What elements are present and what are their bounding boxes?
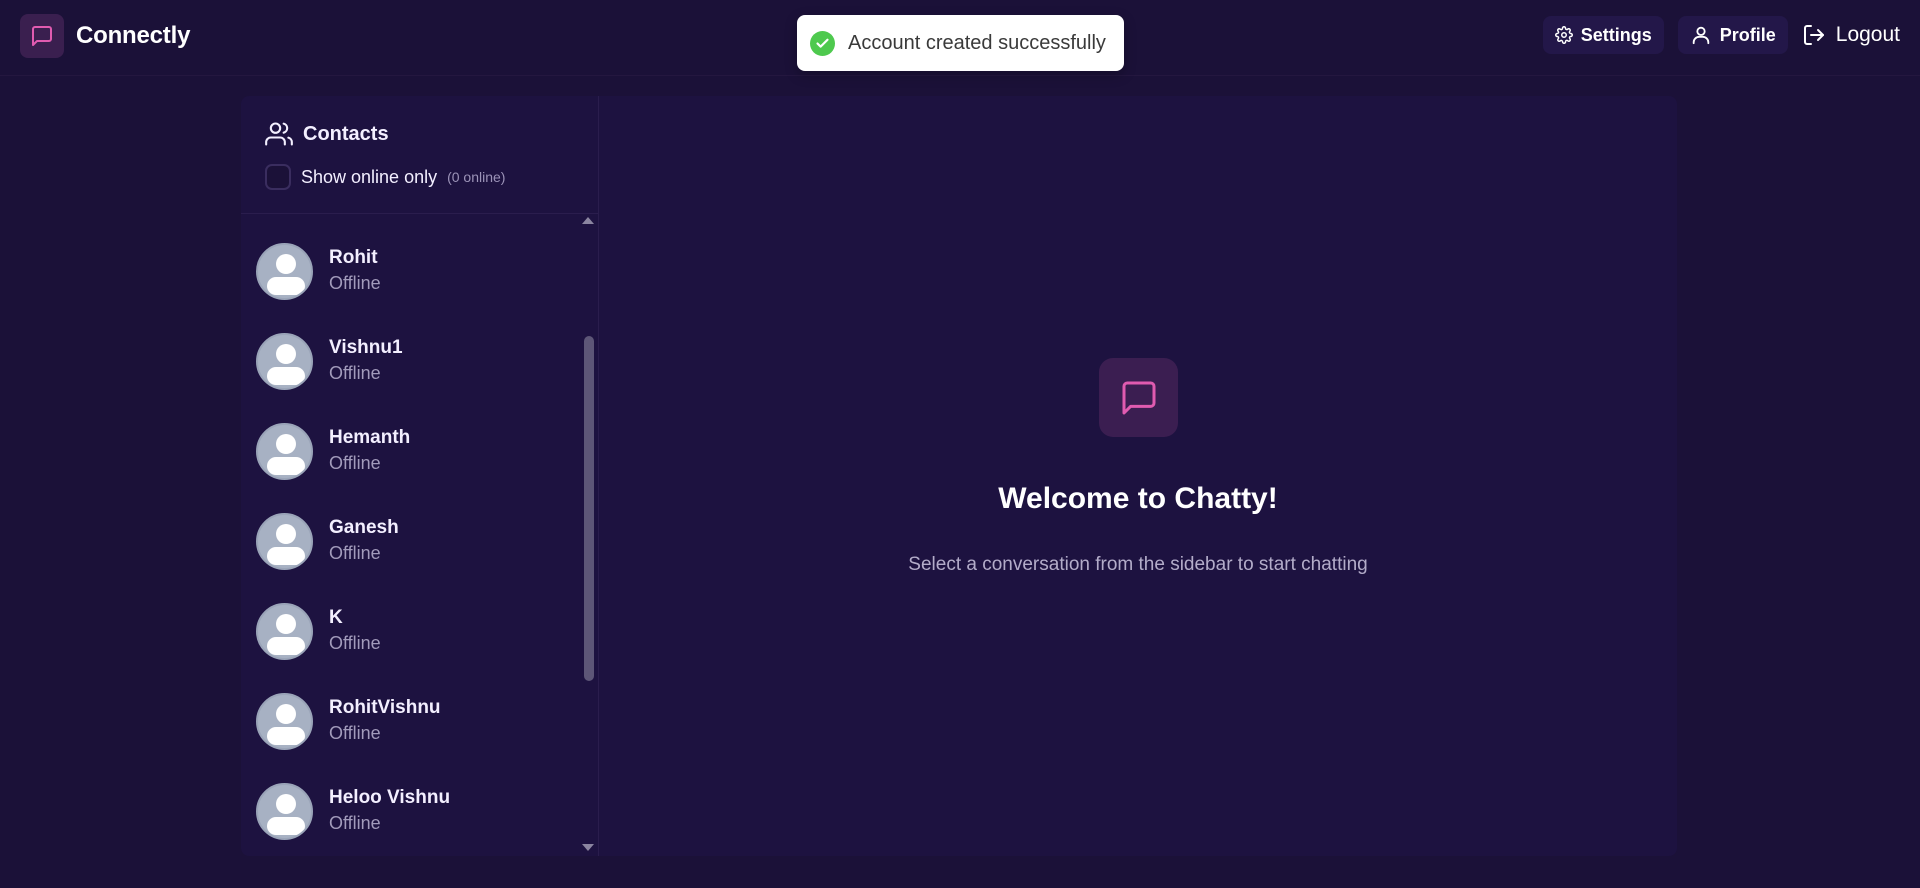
contact-name: K	[329, 607, 343, 628]
gear-icon	[1554, 26, 1573, 44]
contact-status: Offline	[329, 453, 381, 473]
settings-label: Settings	[1580, 24, 1652, 45]
avatar	[256, 242, 313, 300]
contact-status: Offline	[329, 723, 381, 743]
contact-item[interactable]: RohitVishnu Offline	[241, 676, 581, 766]
contact-status: Offline	[329, 363, 381, 383]
avatar	[256, 602, 313, 660]
contact-item[interactable]: Rohit Offline	[241, 226, 581, 316]
brand-name: Connectly	[76, 22, 191, 49]
welcome-subtitle: Select a conversation from the sidebar t…	[908, 554, 1368, 575]
contact-name: Ganesh	[329, 517, 399, 538]
scroll-up-arrow[interactable]	[582, 217, 594, 224]
avatar	[256, 692, 313, 750]
contact-name: Hemanth	[329, 427, 411, 448]
users-icon	[265, 122, 293, 146]
logout-icon	[1803, 25, 1824, 45]
settings-button[interactable]: Settings	[1542, 16, 1664, 54]
welcome-panel: Welcome to Chatty! Select a conversation…	[599, 96, 1677, 856]
contact-status: Offline	[329, 813, 381, 833]
online-only-checkbox[interactable]	[265, 164, 291, 190]
contact-status: Offline	[329, 273, 381, 293]
nav-actions: Settings Profile Logout	[1529, 16, 1900, 54]
avatar	[256, 782, 313, 840]
avatar	[256, 422, 313, 480]
brand[interactable]: Connectly	[20, 14, 190, 58]
contact-item[interactable]: Hemanth Offline	[241, 406, 581, 496]
contact-list[interactable]: Rohit Offline Vishnu1 Offline Hemanth Of…	[241, 214, 599, 856]
check-circle-icon	[810, 30, 835, 56]
contact-item[interactable]: K Offline	[241, 586, 581, 676]
chat-container: Contacts Show online only (0 online) Roh…	[241, 96, 1677, 856]
contact-status: Offline	[329, 633, 381, 653]
toast-message: Account created successfully	[848, 31, 1106, 54]
online-only-label[interactable]: Show online only	[301, 167, 437, 188]
profile-button[interactable]: Profile	[1677, 16, 1788, 54]
contact-name: Heloo Vishnu	[329, 787, 451, 808]
message-square-icon	[20, 14, 64, 58]
profile-label: Profile	[1719, 24, 1776, 45]
logout-label: Logout	[1835, 23, 1900, 46]
contacts-title: Contacts	[303, 122, 389, 145]
sidebar-header: Contacts Show online only (0 online)	[241, 96, 599, 214]
scroll-down-arrow[interactable]	[582, 844, 594, 851]
scrollbar-thumb[interactable]	[584, 336, 594, 681]
online-count: (0 online)	[447, 169, 506, 185]
contacts-heading: Contacts	[265, 120, 389, 148]
avatar	[256, 512, 313, 570]
success-toast[interactable]: Account created successfully	[797, 15, 1124, 71]
contact-item[interactable]: Vishnu1 Offline	[241, 316, 581, 406]
welcome-title: Welcome to Chatty!	[998, 482, 1278, 515]
contact-name: RohitVishnu	[329, 697, 441, 718]
contact-status: Offline	[329, 543, 381, 563]
contact-item[interactable]: Heloo Vishnu Offline	[241, 766, 581, 856]
online-filter: Show online only (0 online)	[265, 164, 505, 190]
contact-name: Vishnu1	[329, 337, 403, 358]
contact-name: Rohit	[329, 247, 378, 268]
contacts-sidebar: Contacts Show online only (0 online) Roh…	[241, 96, 599, 856]
contact-item[interactable]: Ganesh Offline	[241, 496, 581, 586]
message-square-icon	[1099, 358, 1178, 437]
logout-button[interactable]: Logout	[1802, 16, 1900, 54]
avatar	[256, 332, 313, 390]
user-icon	[1692, 26, 1709, 45]
